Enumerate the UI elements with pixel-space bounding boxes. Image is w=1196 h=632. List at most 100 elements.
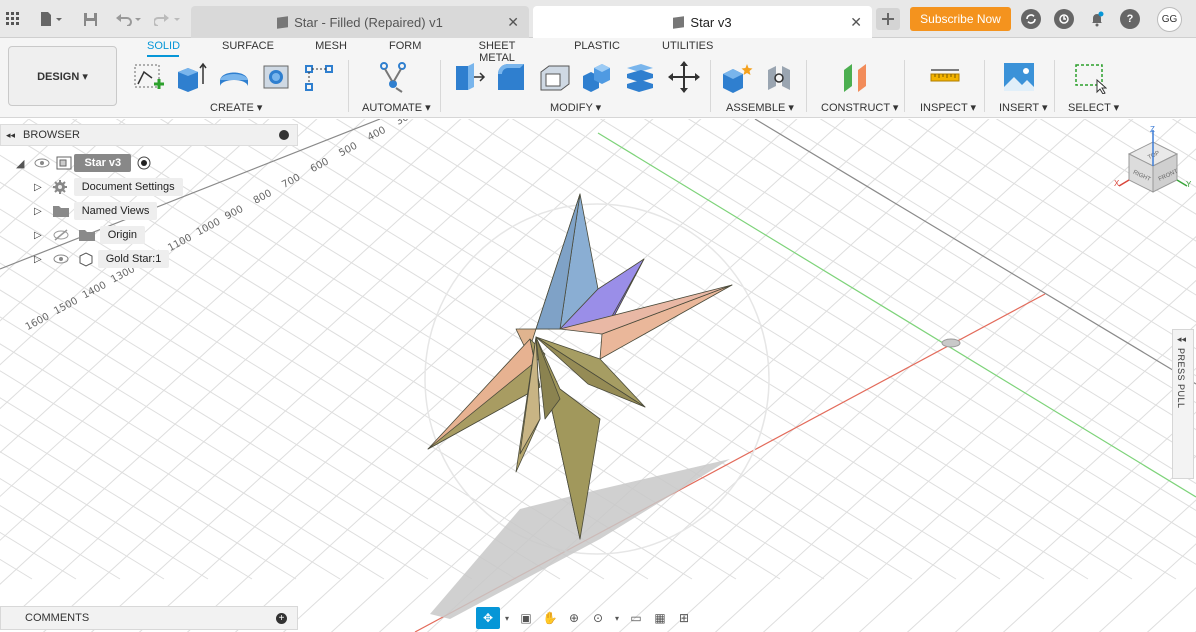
eye-icon[interactable] bbox=[52, 253, 70, 265]
ribbon-separator bbox=[904, 60, 905, 112]
select-icon[interactable] bbox=[1073, 60, 1107, 94]
split-body-icon[interactable] bbox=[623, 60, 657, 94]
browser-item-named-views[interactable]: ▷ Named Views bbox=[34, 201, 158, 221]
collapse-arrows-icon[interactable]: ◂◂ bbox=[1177, 334, 1186, 345]
gold-star-body[interactable] bbox=[427, 193, 733, 540]
offset-plane-icon[interactable] bbox=[840, 60, 874, 94]
add-comment-icon[interactable]: + bbox=[276, 613, 287, 624]
tab-utilities[interactable]: UTILITIES bbox=[662, 40, 713, 52]
measure-icon[interactable] bbox=[928, 60, 962, 94]
group-select[interactable]: SELECT ▾ bbox=[1068, 101, 1119, 114]
file-menu-icon[interactable] bbox=[36, 8, 66, 30]
undo-icon[interactable] bbox=[113, 8, 145, 30]
expand-arrow-icon[interactable]: ▷ bbox=[34, 206, 42, 217]
display-settings-icon[interactable]: ▭ bbox=[624, 607, 648, 629]
ruler-label: 1400 bbox=[81, 280, 109, 302]
look-at-icon[interactable]: ▣ bbox=[514, 607, 538, 629]
expand-arrow-icon[interactable]: ▷ bbox=[34, 182, 42, 193]
tab-star-filled-repaired[interactable]: Star - Filled (Repaired) v1 ✕ bbox=[191, 6, 529, 38]
zoom-icon[interactable]: ⊕ bbox=[562, 607, 586, 629]
new-component-icon[interactable] bbox=[720, 60, 754, 94]
sync-icon[interactable] bbox=[1021, 9, 1041, 29]
close-icon[interactable]: ✕ bbox=[850, 14, 862, 31]
insert-image-icon[interactable] bbox=[1002, 60, 1036, 94]
pan-hand-icon[interactable]: ✋ bbox=[538, 607, 562, 629]
press-pull-panel[interactable]: ◂◂ PRESS PULL bbox=[1172, 329, 1194, 479]
create-sketch-icon[interactable] bbox=[132, 60, 166, 94]
help-icon[interactable]: ? bbox=[1120, 9, 1140, 29]
pattern-icon[interactable] bbox=[302, 60, 336, 94]
shell-icon[interactable] bbox=[537, 60, 571, 94]
body-icon bbox=[79, 252, 93, 267]
minimize-icon[interactable] bbox=[279, 130, 289, 140]
browser-header[interactable]: ◂◂ BROWSER bbox=[0, 124, 298, 146]
group-create[interactable]: CREATE ▾ bbox=[210, 101, 262, 114]
group-automate[interactable]: AUTOMATE ▾ bbox=[362, 101, 431, 114]
browser-item-gold-star[interactable]: ▷ Gold Star:1 bbox=[34, 249, 170, 269]
hole-icon[interactable] bbox=[260, 60, 294, 94]
ruler-label: 400 bbox=[366, 125, 388, 144]
close-icon[interactable]: ✕ bbox=[507, 14, 519, 31]
browser-item-label: Gold Star:1 bbox=[97, 250, 170, 268]
x-axis-label: X bbox=[1114, 179, 1120, 188]
ribbon-separator bbox=[1054, 60, 1055, 112]
viewports-icon[interactable]: ⊞ bbox=[672, 607, 696, 629]
browser-item-label: Document Settings bbox=[73, 178, 183, 196]
redo-icon[interactable] bbox=[152, 8, 184, 30]
expand-arrow-icon[interactable]: ▷ bbox=[34, 254, 42, 265]
move-icon[interactable] bbox=[667, 60, 701, 94]
viewcube[interactable]: TOP RIGHT FRONT Z X Y bbox=[1113, 124, 1193, 199]
activate-radio-icon[interactable] bbox=[137, 156, 151, 170]
grid-settings-icon[interactable]: ▦ bbox=[648, 607, 672, 629]
tab-solid[interactable]: SOLID bbox=[147, 40, 180, 57]
subscribe-button[interactable]: Subscribe Now bbox=[910, 7, 1011, 31]
tab-surface[interactable]: SURFACE bbox=[222, 40, 274, 52]
tab-mesh[interactable]: MESH bbox=[315, 40, 347, 52]
app-grid-icon[interactable] bbox=[4, 8, 22, 30]
group-assemble[interactable]: ASSEMBLE ▾ bbox=[726, 101, 794, 114]
hidden-eye-icon[interactable] bbox=[52, 229, 70, 241]
press-pull-icon[interactable] bbox=[452, 60, 486, 94]
joint-icon[interactable] bbox=[763, 60, 797, 94]
origin-point-icon[interactable] bbox=[941, 338, 961, 348]
collapse-arrows-icon[interactable]: ◂◂ bbox=[6, 130, 15, 141]
folder-icon bbox=[52, 206, 69, 217]
save-icon[interactable] bbox=[80, 8, 100, 30]
tab-form[interactable]: FORM bbox=[389, 40, 421, 52]
browser-item-document-settings[interactable]: ▷ Document Settings bbox=[34, 177, 183, 197]
press-pull-label: PRESS PULL bbox=[1176, 348, 1186, 409]
chevron-down-icon[interactable]: ▾ bbox=[500, 607, 514, 629]
tab-star-v3[interactable]: Star v3 ✕ bbox=[533, 6, 872, 38]
eye-icon[interactable] bbox=[34, 158, 50, 168]
new-tab-button[interactable] bbox=[876, 8, 900, 30]
comments-panel[interactable]: COMMENTS + bbox=[0, 606, 298, 630]
browser-item-origin[interactable]: ▷ Origin bbox=[34, 225, 146, 245]
extrude-icon[interactable] bbox=[174, 60, 208, 94]
combine-icon[interactable] bbox=[580, 60, 614, 94]
workspace-switcher[interactable]: DESIGN ▾ bbox=[8, 46, 117, 106]
ruler-label: 900 bbox=[223, 204, 245, 223]
collapse-triangle-icon[interactable]: ◢ bbox=[16, 157, 24, 170]
orbit-icon[interactable]: ✥ bbox=[476, 607, 500, 629]
fillet-icon[interactable] bbox=[494, 60, 528, 94]
chevron-down-icon[interactable]: ▾ bbox=[610, 607, 624, 629]
avatar[interactable]: GG bbox=[1157, 7, 1182, 32]
browser-root-label[interactable]: Star v3 bbox=[74, 154, 132, 172]
ribbon-separator bbox=[806, 60, 807, 112]
group-inspect[interactable]: INSPECT ▾ bbox=[920, 101, 976, 114]
y-axis-label: Y bbox=[1186, 180, 1192, 189]
ribbon-separator bbox=[710, 60, 711, 112]
browser-root-item[interactable]: ◢ Star v3 bbox=[16, 153, 151, 173]
group-construct[interactable]: CONSTRUCT ▾ bbox=[821, 101, 898, 114]
automate-icon[interactable] bbox=[376, 60, 410, 94]
ribbon-toolbar: DESIGN ▾ SOLID SURFACE MESH FORM SHEET M… bbox=[0, 38, 1196, 118]
tab-plastic[interactable]: PLASTIC bbox=[574, 40, 620, 52]
revolve-icon[interactable] bbox=[217, 60, 251, 94]
fit-icon[interactable]: ⊙ bbox=[586, 607, 610, 629]
browser-title: BROWSER bbox=[23, 129, 80, 141]
notification-bell-icon[interactable] bbox=[1087, 8, 1107, 30]
group-insert[interactable]: INSERT ▾ bbox=[999, 101, 1048, 114]
job-status-icon[interactable] bbox=[1054, 9, 1074, 29]
group-modify[interactable]: MODIFY ▾ bbox=[550, 101, 601, 114]
expand-arrow-icon[interactable]: ▷ bbox=[34, 230, 42, 241]
